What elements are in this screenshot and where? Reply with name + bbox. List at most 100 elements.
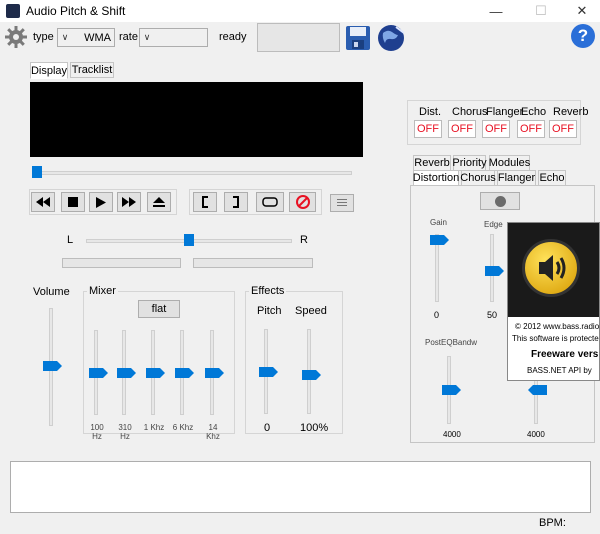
no-loop-icon (295, 195, 310, 209)
save-icon[interactable] (345, 25, 371, 51)
fx-status-name: Reverb (553, 106, 589, 118)
fx-tab[interactable]: Modules (489, 155, 530, 171)
chevron-down-icon: ∨ (143, 32, 151, 42)
bpm-label: BPM: (539, 517, 566, 529)
web-globe-icon[interactable] (376, 23, 406, 53)
rate-label: rate (119, 31, 138, 43)
eject-icon (153, 197, 165, 207)
seek-thumb[interactable] (32, 166, 42, 178)
help-icon[interactable]: ? (571, 24, 595, 48)
balance-right-label: R (300, 234, 308, 246)
fx-status-value[interactable]: OFF (517, 120, 545, 138)
mixer-band-thumb[interactable] (205, 367, 224, 378)
effects-label: Effects (249, 285, 287, 297)
stop-icon (68, 197, 78, 207)
close-button[interactable]: ✕ (567, 0, 597, 22)
window-title: Audio Pitch & Shift (26, 4, 126, 18)
volume-label: Volume (33, 286, 70, 298)
play-icon (96, 196, 106, 208)
speed-label: Speed (295, 305, 327, 317)
pitch-label: Pitch (257, 305, 282, 317)
loop-end-button[interactable] (224, 192, 248, 212)
minimize-button[interactable]: — (481, 0, 511, 22)
edge-label: Edge (484, 220, 503, 229)
info-panel (10, 461, 591, 513)
pitch-value: 0 (264, 422, 271, 434)
eject-button[interactable] (147, 192, 171, 212)
gain-value: 0 (434, 310, 440, 320)
bracket-left-icon (202, 196, 208, 208)
stop-button[interactable] (61, 192, 85, 212)
about-api: BASS.NET API by (527, 366, 592, 375)
bracket-right-icon (233, 196, 239, 208)
flat-button[interactable]: flat (138, 300, 180, 318)
fx-tab[interactable]: Distortion (413, 170, 459, 186)
fx-status-name: Chorus (452, 106, 488, 118)
mixer-band-thumb[interactable] (117, 367, 136, 378)
mixer-label: Mixer (87, 285, 118, 297)
loop-start-button[interactable] (193, 192, 217, 212)
list-button[interactable] (330, 194, 354, 212)
fx-status-name: Echo (521, 106, 547, 118)
fx-status-name: Flanger (486, 106, 524, 118)
fast-forward-icon (122, 197, 136, 207)
fx-status-value[interactable]: OFF (414, 120, 442, 138)
about-freeware: Freeware vers (531, 349, 599, 360)
speed-thumb[interactable] (302, 370, 321, 380)
fast-forward-button[interactable] (117, 192, 141, 212)
type-select-value: WMA (84, 31, 111, 44)
fx-status-value[interactable]: OFF (448, 120, 476, 138)
distortion-toggle-button[interactable] (480, 192, 520, 210)
play-button[interactable] (89, 192, 113, 212)
tab-tracklist[interactable]: Tracklist (70, 62, 114, 78)
mixer-band-label: 14 Khz (206, 423, 220, 441)
left-level-meter (62, 258, 181, 268)
maximize-button[interactable]: ☐ (526, 0, 556, 22)
seek-track[interactable] (34, 171, 352, 175)
tab-display[interactable]: Display (30, 62, 68, 79)
fx-status-value[interactable]: OFF (482, 120, 510, 138)
mixer-band-label: 100 Hz (90, 423, 104, 441)
balance-thumb[interactable] (184, 234, 194, 246)
edge-value: 50 (487, 310, 498, 320)
status-text: ready (219, 31, 247, 43)
mixer-band-label: 6 Khz (172, 423, 194, 432)
chevron-down-icon: ∨ (61, 32, 69, 42)
mixer-band-thumb[interactable] (175, 367, 194, 378)
mixer-band-thumb[interactable] (89, 367, 108, 378)
fx-tab[interactable]: Priority (452, 155, 487, 171)
pitch-thumb[interactable] (259, 367, 278, 377)
posteq-thumb[interactable] (442, 385, 461, 395)
mixer-band-thumb[interactable] (146, 367, 165, 378)
toggle-indicator-icon (494, 195, 506, 207)
gain-thumb[interactable] (430, 235, 449, 245)
fx-tab[interactable]: Reverb (413, 155, 451, 171)
title-bar: Audio Pitch & Shift — ☐ ✕ (0, 0, 600, 22)
loop-icon (262, 197, 278, 207)
status-box (257, 23, 340, 52)
type-label: type (33, 31, 54, 43)
about-protected: This software is protected (512, 334, 600, 343)
other-thumb[interactable] (528, 385, 547, 395)
fx-tab[interactable]: Echo (538, 170, 566, 186)
rate-select[interactable]: ∨ (139, 28, 208, 47)
volume-thumb[interactable] (43, 361, 62, 371)
fx-tab[interactable]: Flanger (497, 170, 536, 186)
edge-thumb[interactable] (485, 266, 504, 276)
rewind-button[interactable] (31, 192, 55, 212)
fx-status-value[interactable]: OFF (549, 120, 577, 138)
type-select[interactable]: ∨ WMA (57, 28, 115, 47)
fx-tab[interactable]: Chorus (460, 170, 496, 186)
speaker-logo-icon (522, 239, 580, 297)
about-popup: © 2012 www.bass.radio This software is p… (507, 222, 600, 381)
about-copyright: © 2012 www.bass.radio (515, 322, 600, 331)
loop-clear-button[interactable] (289, 192, 316, 212)
mixer-band-label: 310 Hz (118, 423, 132, 441)
loop-toggle-button[interactable] (256, 192, 284, 212)
posteq-label: PostEQBandw (425, 338, 478, 347)
app-icon (6, 4, 20, 18)
rewind-icon (36, 197, 50, 207)
other-value: 4000 (527, 430, 545, 439)
settings-gear-icon[interactable] (4, 25, 28, 49)
about-banner (508, 223, 599, 317)
